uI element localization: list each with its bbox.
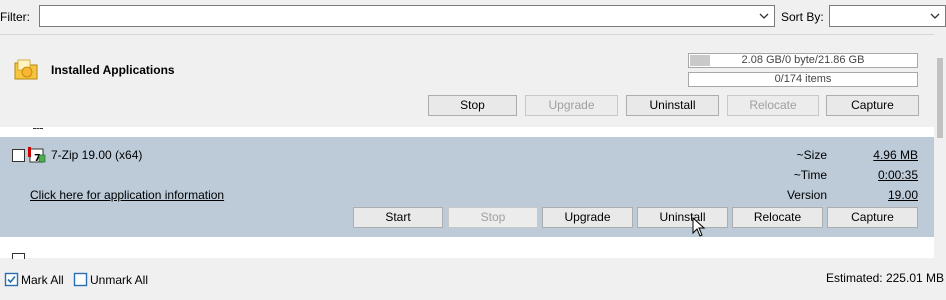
app-row-7zip[interactable]: 7 7-Zip 19.00 (x64) Click here for appli… [0,137,934,237]
bottom-bar: Mark All Unmark All Estimated: 225.01 MB [0,262,946,300]
items-progress-bar: 0/174 items [688,72,918,87]
scrollbar-thumb[interactable] [937,58,943,138]
group-stop-button[interactable]: Stop [428,95,517,116]
app-name: 7-Zip 19.00 (x64) [51,148,143,162]
app-7zip-icon: 7 [28,147,46,164]
mouse-cursor-icon [692,217,706,237]
sortby-combobox[interactable] [829,5,946,27]
estimated-size: Estimated: 225.01 MB [825,271,944,285]
mark-all-button[interactable]: Mark All [21,273,64,287]
next-row-checkbox[interactable] [12,253,25,259]
app-start-button[interactable]: Start [353,207,443,228]
app-uninstall-button[interactable]: Uninstall [637,207,728,228]
mark-all-icon[interactable] [4,272,19,287]
applications-list: Installed Applications 2.08 GB/0 byte/21… [0,34,934,259]
time-value[interactable]: 0:00:35 [840,168,918,182]
group-capture-button[interactable]: Capture [826,95,919,116]
version-value[interactable]: 19.00 [840,188,918,202]
folder-apps-icon [14,59,38,80]
divider [33,128,43,129]
size-progress-bar: 2.08 GB/0 byte/21.86 GB [688,53,918,68]
app-info-link[interactable]: Click here for application information [30,188,224,202]
unmark-all-icon[interactable] [73,272,88,287]
items-progress-text: 0/174 items [774,73,832,85]
unmark-all-button[interactable]: Unmark All [90,273,148,287]
app-checkbox[interactable] [12,149,25,162]
sortby-label: Sort By: [781,10,824,24]
group-upgrade-button[interactable]: Upgrade [525,95,618,116]
time-label: ~Time [793,168,827,182]
app-upgrade-button[interactable]: Upgrade [542,207,633,228]
size-value[interactable]: 4.96 MB [840,148,918,162]
filter-label: Filter: [0,10,30,24]
size-progress-fill [690,55,710,66]
app-stop-button[interactable]: Stop [448,207,538,228]
chevron-down-icon[interactable] [928,9,942,23]
size-label: ~Size [796,148,827,162]
group-title: Installed Applications [51,63,175,77]
chevron-down-icon[interactable] [757,9,771,23]
filter-combobox[interactable] [39,5,775,27]
app-capture-button[interactable]: Capture [827,207,918,228]
size-progress-text: 2.08 GB/0 byte/21.86 GB [741,54,865,66]
app-relocate-button[interactable]: Relocate [732,207,823,228]
version-label: Version [786,188,827,202]
group-header: Installed Applications 2.08 GB/0 byte/21… [0,35,934,127]
group-uninstall-button[interactable]: Uninstall [626,95,719,116]
vertical-scrollbar[interactable] [934,34,946,258]
group-relocate-button[interactable]: Relocate [727,95,819,116]
